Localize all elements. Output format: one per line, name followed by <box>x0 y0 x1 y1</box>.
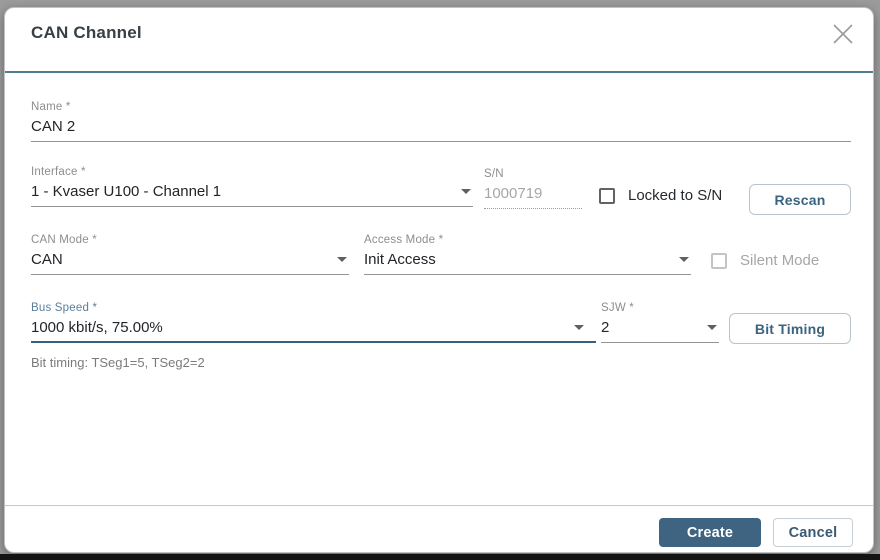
can-mode-value: CAN <box>31 251 63 268</box>
interface-select[interactable]: 1 - Kvaser U100 - Channel 1 <box>31 183 473 207</box>
name-field: Name * <box>31 101 851 142</box>
bus-speed-value: 1000 kbit/s, 75.00% <box>31 319 163 336</box>
chevron-down-icon <box>679 257 689 262</box>
chevron-down-icon <box>707 325 717 330</box>
access-mode-field: Access Mode * Init Access <box>364 234 691 275</box>
interface-value: 1 - Kvaser U100 - Channel 1 <box>31 183 222 200</box>
bus-speed-label: Bus Speed * <box>31 302 98 314</box>
interface-field: Interface * 1 - Kvaser U100 - Channel 1 <box>31 166 473 207</box>
header-divider <box>5 71 873 73</box>
taskbar-edge <box>0 554 880 560</box>
bit-timing-hint: Bit timing: TSeg1=5, TSeg2=2 <box>31 355 205 370</box>
can-mode-label: CAN Mode * <box>31 234 97 246</box>
bus-speed-field: Bus Speed * 1000 kbit/s, 75.00% <box>31 302 596 343</box>
interface-label: Interface * <box>31 166 86 178</box>
access-mode-label: Access Mode * <box>364 234 444 246</box>
serial-field: S/N 1000719 <box>484 168 582 209</box>
rescan-button[interactable]: Rescan <box>749 184 851 215</box>
serial-label: S/N <box>484 168 504 180</box>
locked-to-sn-checkbox[interactable]: Locked to S/N <box>599 187 722 204</box>
serial-value: 1000719 <box>484 185 582 209</box>
sjw-field: SJW * 2 <box>601 302 719 343</box>
silent-mode-label: Silent Mode <box>740 252 820 269</box>
name-label: Name * <box>31 101 71 113</box>
can-mode-field: CAN Mode * CAN <box>31 234 349 275</box>
silent-mode-checkbox: Silent Mode <box>711 252 819 269</box>
access-mode-select[interactable]: Init Access <box>364 251 691 275</box>
can-channel-dialog: CAN Channel Name * Interface * 1 - Kvase… <box>4 7 874 553</box>
dialog-title: CAN Channel <box>31 23 142 42</box>
sjw-value: 2 <box>601 319 610 336</box>
bit-timing-button[interactable]: Bit Timing <box>729 313 851 344</box>
create-button[interactable]: Create <box>659 518 761 547</box>
can-mode-select[interactable]: CAN <box>31 251 349 275</box>
footer-divider <box>5 505 873 506</box>
sjw-select[interactable]: 2 <box>601 319 719 343</box>
chevron-down-icon <box>574 325 584 330</box>
checkbox-icon <box>711 252 727 269</box>
access-mode-value: Init Access <box>364 251 436 268</box>
bus-speed-select[interactable]: 1000 kbit/s, 75.00% <box>31 319 596 343</box>
close-button[interactable] <box>827 18 859 50</box>
checkbox-icon <box>599 187 615 204</box>
cancel-button[interactable]: Cancel <box>773 518 853 547</box>
sjw-label: SJW * <box>601 302 634 314</box>
chevron-down-icon <box>337 257 347 262</box>
locked-to-sn-label: Locked to S/N <box>628 187 723 204</box>
name-input[interactable] <box>31 118 851 142</box>
chevron-down-icon <box>461 189 471 194</box>
close-icon <box>833 24 853 44</box>
